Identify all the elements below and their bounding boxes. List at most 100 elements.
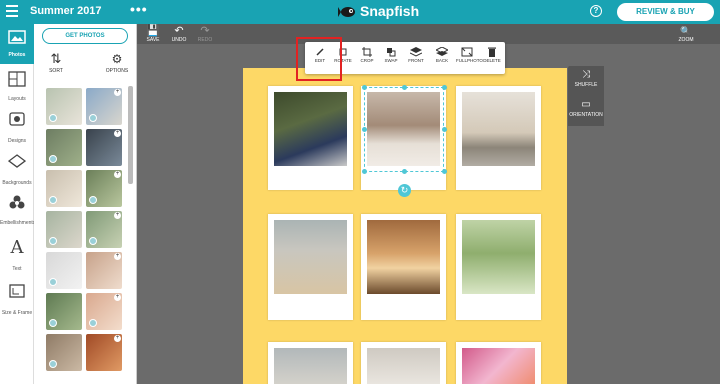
swap-button[interactable]: SWAP	[380, 46, 402, 63]
rail-item-backgrounds[interactable]: Backgrounds	[0, 152, 34, 190]
layouts-icon	[7, 70, 27, 88]
save-button[interactable]: 💾 SAVE	[141, 25, 165, 43]
gear-icon: ⚙	[111, 52, 123, 66]
rail-label: Photos	[8, 52, 26, 58]
used-badge-icon	[49, 278, 57, 286]
review-buy-button[interactable]: REVIEW & BUY	[617, 3, 714, 21]
redo-label: REDO	[197, 37, 213, 43]
photo-thumbnail[interactable]: +	[86, 252, 122, 289]
used-badge-icon	[49, 196, 57, 204]
bring-front-button[interactable]: FRONT	[405, 46, 427, 63]
rotate-handle-icon[interactable]: ↻	[398, 184, 411, 197]
sort-button[interactable]: ⇅ SORT	[46, 52, 66, 75]
photo-frame[interactable]	[268, 86, 353, 190]
add-icon[interactable]: +	[114, 253, 121, 260]
rail-item-designs[interactable]: Designs	[0, 110, 34, 148]
rail-item-layouts[interactable]: Layouts	[0, 70, 34, 108]
add-icon[interactable]: +	[114, 335, 121, 342]
size-frame-icon	[7, 282, 27, 300]
back-label: BACK	[435, 58, 449, 63]
photo-thumbnail[interactable]	[46, 252, 82, 289]
rail-item-text[interactable]: A Text	[0, 237, 34, 278]
menu-icon[interactable]	[6, 5, 18, 17]
add-icon[interactable]: +	[114, 212, 121, 219]
photo-frame[interactable]	[361, 342, 446, 384]
resize-handle[interactable]	[402, 169, 407, 174]
selection-box	[364, 87, 444, 172]
rail-label: Backgrounds	[2, 180, 32, 186]
crop-icon	[356, 46, 378, 58]
resize-handle[interactable]	[362, 127, 367, 132]
shuffle-button[interactable]: ⤨ SHUFFLE	[568, 66, 604, 96]
add-icon[interactable]: +	[114, 294, 121, 301]
rail-label: Size & Frame	[1, 310, 33, 316]
crop-button[interactable]: CROP	[356, 46, 378, 63]
photo-frame[interactable]	[456, 86, 541, 190]
rail-label: Embellishments	[0, 220, 36, 226]
orientation-icon: ▭	[581, 99, 591, 110]
resize-handle[interactable]	[402, 85, 407, 90]
resize-handle[interactable]	[362, 85, 367, 90]
left-rail: Photos Layouts Designs Backgrounds Embel…	[0, 24, 36, 384]
photo-frame[interactable]	[268, 342, 353, 384]
fullphoto-button[interactable]: FULLPHOTO	[456, 46, 483, 63]
delete-label: DELETE	[483, 58, 501, 63]
photo-thumbnail[interactable]	[46, 88, 82, 125]
delete-button[interactable]: DELETE	[481, 46, 503, 63]
panel-scrollbar[interactable]	[128, 86, 133, 184]
shuffle-label: SHUFFLE	[574, 82, 598, 88]
resize-handle[interactable]	[442, 85, 447, 90]
photo-thumbnail[interactable]: +	[86, 334, 122, 371]
resize-handle[interactable]	[442, 169, 447, 174]
used-badge-icon	[49, 155, 57, 163]
photo-frame[interactable]	[456, 214, 541, 320]
redo-button[interactable]: ↷ REDO	[193, 25, 217, 43]
photo-frame[interactable]	[456, 342, 541, 384]
send-back-button[interactable]: BACK	[431, 46, 453, 63]
add-icon[interactable]: +	[114, 171, 121, 178]
flowers-photo	[462, 348, 535, 384]
swap-icon	[380, 46, 402, 58]
photo-thumbnail[interactable]	[46, 334, 82, 371]
add-icon[interactable]: +	[114, 130, 121, 137]
used-badge-icon	[89, 319, 97, 327]
options-label: OPTIONS	[105, 68, 129, 74]
photo-thumbnail[interactable]: +	[86, 129, 122, 166]
redo-icon: ↷	[200, 25, 210, 37]
fullphoto-icon	[456, 46, 478, 58]
photo-thumbnail[interactable]: +	[86, 293, 122, 330]
sort-label: SORT	[49, 68, 63, 74]
photo-frame[interactable]	[361, 214, 446, 320]
add-icon[interactable]: +	[114, 89, 121, 96]
zoom-control[interactable]: 🔍 ZOOM	[674, 25, 698, 43]
more-options-icon[interactable]: •••	[130, 1, 148, 17]
photo-thumbnail[interactable]: +	[86, 211, 122, 248]
photo-thumbnail[interactable]	[46, 129, 82, 166]
top-bar: Summer 2017 ••• Snapfish ? REVIEW & BUY	[0, 0, 720, 24]
photo-thumbnail[interactable]: +	[86, 88, 122, 125]
layers-back-icon	[431, 46, 453, 58]
resize-handle[interactable]	[362, 169, 367, 174]
photo-thumbnail[interactable]	[46, 293, 82, 330]
photo-thumbnail[interactable]	[46, 170, 82, 207]
help-icon[interactable]: ?	[590, 5, 602, 17]
rail-item-size-frame[interactable]: Size & Frame	[0, 282, 34, 322]
orientation-button[interactable]: ▭ ORIENTATION	[568, 96, 604, 126]
undo-button[interactable]: ↶ UNDO	[167, 25, 191, 43]
blueberries-photo	[274, 92, 347, 166]
photo-thumbnail[interactable]: +	[86, 170, 122, 207]
photo-frame[interactable]	[268, 214, 353, 320]
get-photos-button[interactable]: GET PHOTOS	[42, 28, 128, 44]
resize-handle[interactable]	[442, 127, 447, 132]
undo-icon: ↶	[174, 25, 184, 37]
rail-item-photos[interactable]: Photos	[0, 24, 34, 64]
photos-icon	[7, 28, 27, 46]
used-badge-icon	[89, 196, 97, 204]
rail-item-embellishments[interactable]: Embellishments	[0, 194, 36, 234]
options-button[interactable]: ⚙ OPTIONS	[102, 52, 132, 74]
rail-label: Layouts	[8, 96, 26, 102]
photo-thumbnail[interactable]	[46, 211, 82, 248]
swap-label: SWAP	[384, 58, 398, 63]
crop-label: CROP	[360, 58, 374, 63]
project-title[interactable]: Summer 2017	[30, 5, 102, 17]
